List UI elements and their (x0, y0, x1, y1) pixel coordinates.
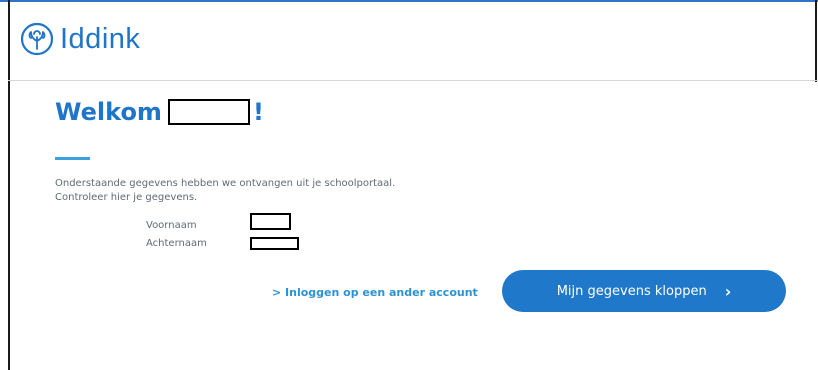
brand-name: Iddink (60, 22, 141, 55)
welcome-suffix: ! (252, 98, 264, 126)
field-label-voornaam: Voornaam (146, 220, 197, 231)
brand-logo[interactable]: Iddink (20, 22, 140, 56)
login-other-account-link[interactable]: > Inloggen op een ander account (272, 286, 478, 299)
intro-text: Onderstaande gegevens hebben we ontvange… (55, 177, 395, 205)
page: Iddink Welkom ! Onderstaande gegevens he… (0, 0, 818, 370)
confirm-details-button[interactable]: Mijn gegevens kloppen › (502, 270, 786, 312)
intro-line-1: Onderstaande gegevens hebben we ontvange… (55, 178, 396, 189)
redacted-achternaam-value (250, 237, 299, 250)
header-divider (8, 80, 818, 81)
chevron-right-icon: › (724, 281, 732, 301)
iddink-logo-icon (20, 22, 54, 56)
confirm-details-label: Mijn gegevens kloppen (556, 283, 707, 299)
accent-underline (55, 157, 90, 160)
left-border (8, 0, 10, 370)
intro-line-2: Controleer hier je gegevens. (55, 192, 198, 203)
welcome-prefix: Welkom (55, 98, 162, 126)
top-border (0, 0, 818, 2)
redacted-voornaam-value (250, 213, 291, 230)
right-border (815, 0, 817, 82)
field-label-achternaam: Achternaam (146, 238, 207, 249)
redacted-name (167, 99, 250, 125)
page-title: Welkom ! (55, 99, 264, 125)
